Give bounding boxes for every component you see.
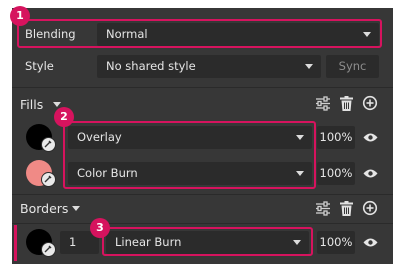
divider [12, 87, 393, 88]
trash-icon[interactable] [340, 96, 353, 111]
borders-title: Borders [20, 201, 69, 216]
color-picker-icon[interactable] [41, 172, 56, 187]
visibility-eye-icon[interactable] [363, 168, 378, 179]
trash-icon[interactable] [340, 201, 353, 216]
style-select[interactable]: No shared style [97, 55, 321, 78]
fill-opacity-input[interactable]: 100% [317, 126, 355, 149]
style-label: Style [25, 59, 54, 73]
annotation-badge-2: 2 [54, 107, 74, 127]
fill-opacity-input[interactable]: 100% [317, 162, 355, 185]
sync-label: Sync [338, 59, 367, 73]
screenshot-canvas: Blending Normal Style No shared style Sy… [0, 0, 400, 275]
border-thickness-value: 1 [69, 235, 77, 249]
chevron-down-icon [305, 64, 313, 69]
border-opacity-input[interactable]: 100% [317, 231, 355, 254]
borders-collapse-chevron-icon[interactable] [72, 206, 80, 211]
annotation-highlight-2 [63, 121, 316, 189]
fill-opacity-value: 100% [319, 166, 353, 180]
annotation-badge-1: 1 [10, 6, 30, 26]
sync-button[interactable]: Sync [326, 55, 379, 78]
annotation-badge-3: 3 [90, 218, 110, 238]
settings-sliders-icon[interactable] [315, 96, 331, 111]
annotation-highlight-1 [17, 19, 382, 48]
add-fill-icon[interactable] [362, 95, 378, 111]
annotation-highlight-3 [102, 227, 313, 256]
add-border-icon[interactable] [362, 200, 378, 216]
settings-sliders-icon[interactable] [315, 201, 331, 216]
visibility-eye-icon[interactable] [363, 132, 378, 143]
selected-row-indicator [14, 225, 17, 261]
color-picker-icon[interactable] [41, 137, 56, 152]
divider [12, 223, 393, 224]
color-picker-icon[interactable] [41, 242, 56, 257]
fills-title: Fills [20, 97, 44, 112]
style-value: No shared style [106, 59, 196, 73]
divider [12, 194, 393, 195]
fill-opacity-value: 100% [319, 130, 353, 144]
fills-collapse-chevron-icon[interactable] [53, 102, 61, 107]
visibility-eye-icon[interactable] [363, 237, 378, 248]
border-opacity-value: 100% [319, 235, 353, 249]
